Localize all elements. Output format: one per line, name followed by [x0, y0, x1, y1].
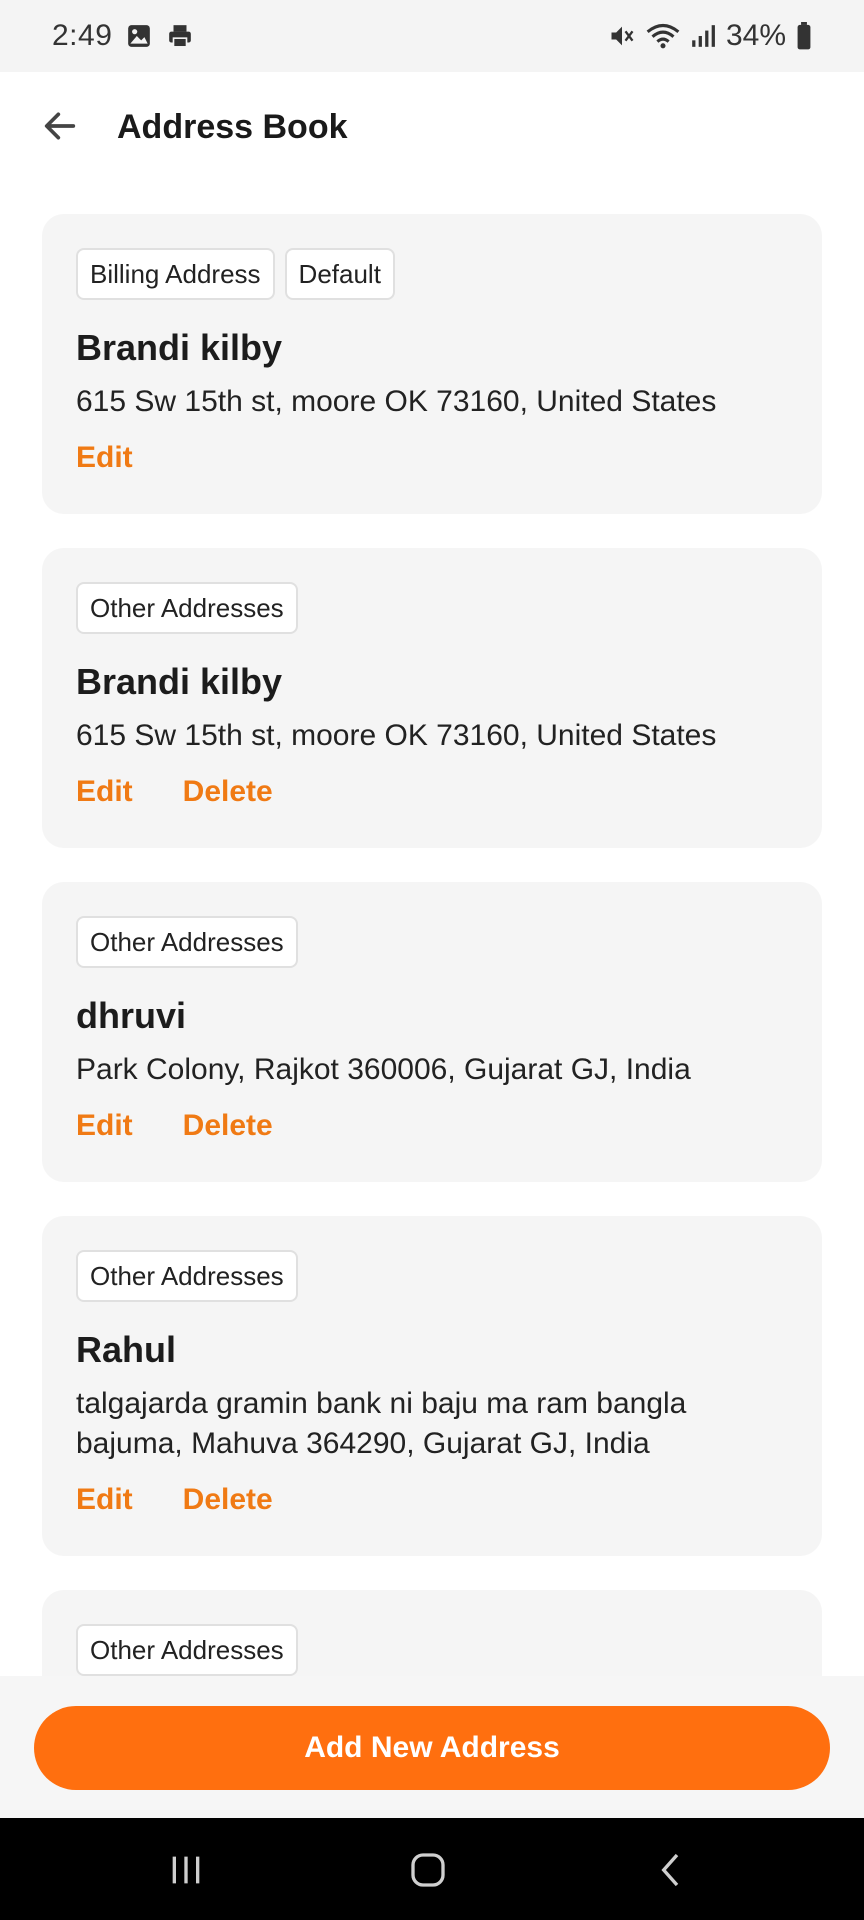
bottom-action-bar: Add New Address	[0, 1676, 864, 1818]
address-text: talgajarda gramin bank ni baju ma ram ba…	[76, 1387, 687, 1460]
gallery-icon	[126, 23, 152, 49]
status-time: 2:49	[52, 19, 113, 52]
status-bar: 2:49 34%	[0, 0, 864, 72]
address-name: dhruvi	[76, 995, 187, 1036]
tag-group: Other Addresses	[76, 1250, 788, 1302]
battery-percentage: 34%	[725, 19, 786, 52]
other-addresses-tag: Other Addresses	[76, 582, 298, 634]
add-new-address-button[interactable]: Add New Address	[34, 1706, 830, 1790]
address-actions: Edit Delete	[76, 1106, 788, 1146]
mute-icon	[608, 22, 636, 50]
tag-group: Other Addresses	[76, 1624, 788, 1676]
delete-link[interactable]: Delete	[183, 1480, 273, 1520]
delete-link[interactable]: Delete	[183, 772, 273, 812]
status-right: 34%	[608, 19, 812, 53]
address-text: 615 Sw 15th st, moore OK 73160, United S…	[76, 719, 717, 752]
wifi-icon	[646, 22, 680, 50]
address-actions: Edit	[76, 438, 788, 478]
app-header: Address Book	[0, 72, 864, 190]
address-card: Billing Address Default Brandi kilby 615…	[42, 214, 822, 514]
address-card: Other Addresses Rahul talgajarda gramin …	[42, 1216, 822, 1556]
printer-icon	[166, 23, 194, 49]
address-list: Billing Address Default Brandi kilby 615…	[42, 214, 822, 1824]
other-addresses-tag: Other Addresses	[76, 916, 298, 968]
edit-link[interactable]: Edit	[76, 772, 133, 812]
tag-group: Billing Address Default	[76, 248, 788, 300]
other-addresses-tag: Other Addresses	[76, 1624, 298, 1676]
tag-group: Other Addresses	[76, 916, 788, 968]
address-book-screen: 2:49 34% Address Book Billing Address De…	[0, 0, 864, 1920]
back-arrow-icon	[44, 112, 76, 140]
tag-group: Other Addresses	[76, 582, 788, 634]
edit-link[interactable]: Edit	[76, 1106, 133, 1146]
address-actions: Edit Delete	[76, 1480, 788, 1520]
back-icon[interactable]	[650, 1848, 694, 1892]
address-name: Brandi kilby	[76, 327, 283, 368]
signal-icon	[690, 22, 716, 50]
home-icon[interactable]	[406, 1848, 450, 1892]
default-tag: Default	[284, 248, 395, 300]
address-actions: Edit Delete	[76, 772, 788, 812]
recent-apps-icon[interactable]	[164, 1848, 208, 1892]
back-button[interactable]	[38, 104, 82, 148]
address-text: 615 Sw 15th st, moore OK 73160, United S…	[76, 385, 717, 418]
battery-icon	[796, 22, 812, 50]
delete-link[interactable]: Delete	[183, 1106, 273, 1146]
other-addresses-tag: Other Addresses	[76, 1250, 298, 1302]
page-title: Address Book	[117, 108, 348, 146]
address-text: Park Colony, Rajkot 360006, Gujarat GJ, …	[76, 1053, 691, 1086]
address-card: Other Addresses Brandi kilby 615 Sw 15th…	[42, 548, 822, 848]
address-name: Rahul	[76, 1329, 177, 1370]
address-card: Other Addresses dhruvi Park Colony, Rajk…	[42, 882, 822, 1182]
status-left: 2:49	[52, 19, 194, 53]
billing-address-tag: Billing Address	[76, 248, 275, 300]
edit-link[interactable]: Edit	[76, 438, 133, 478]
edit-link[interactable]: Edit	[76, 1480, 133, 1520]
address-name: Brandi kilby	[76, 661, 283, 702]
system-nav-bar	[0, 1818, 864, 1920]
